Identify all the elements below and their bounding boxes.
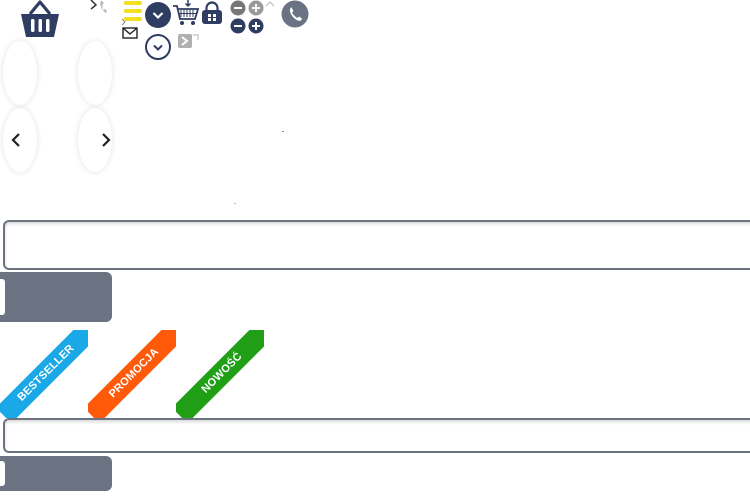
slider-next-button[interactable] [78, 108, 112, 172]
promocja-ribbon: PROMOCJA [88, 330, 176, 418]
lock-icon[interactable] [200, 1, 224, 25]
plus-gray-icon[interactable] [248, 0, 264, 16]
basket-icon[interactable] [18, 0, 62, 40]
chevron-down-outline-icon[interactable] [145, 34, 171, 60]
chevron-down-filled-icon[interactable] [145, 2, 171, 28]
slider-prev-button[interactable] [3, 108, 37, 172]
tiny-dot [234, 203, 236, 204]
chevron-left-icon [11, 133, 20, 147]
shopping-cart-icon[interactable] [172, 0, 200, 26]
minus-navy-icon[interactable] [230, 18, 246, 34]
chevron-right-icon [102, 133, 111, 147]
slider-prev-placeholder [3, 41, 37, 105]
plus-navy-icon[interactable] [248, 18, 264, 34]
button-notch [0, 278, 6, 316]
tiny-dot [282, 131, 284, 132]
hamburger-menu-icon[interactable] [124, 0, 142, 22]
search-input-2[interactable] [3, 418, 750, 453]
ribbon-bestseller-label: BESTSELLER [0, 330, 88, 418]
mail-icon[interactable] [122, 27, 138, 39]
ribbon-promocja-label: PROMOCJA [88, 330, 176, 418]
ribbon-nowosc-label: NOWOŚĆ [176, 330, 264, 418]
arrow-box-icon[interactable] [178, 33, 200, 49]
search-input-1[interactable] [3, 220, 750, 270]
slider-next-placeholder [78, 41, 112, 105]
submit-button-1[interactable] [0, 272, 112, 322]
bestseller-ribbon: BESTSELLER [0, 330, 88, 418]
phone-small-icon [99, 0, 109, 14]
chevron-up-icon[interactable] [264, 0, 276, 8]
nowosc-ribbon: NOWOŚĆ [176, 330, 264, 418]
minus-gray-icon[interactable] [230, 0, 246, 16]
submit-button-2[interactable] [0, 456, 112, 491]
button-notch [0, 460, 6, 487]
phone-icon[interactable] [281, 0, 309, 28]
